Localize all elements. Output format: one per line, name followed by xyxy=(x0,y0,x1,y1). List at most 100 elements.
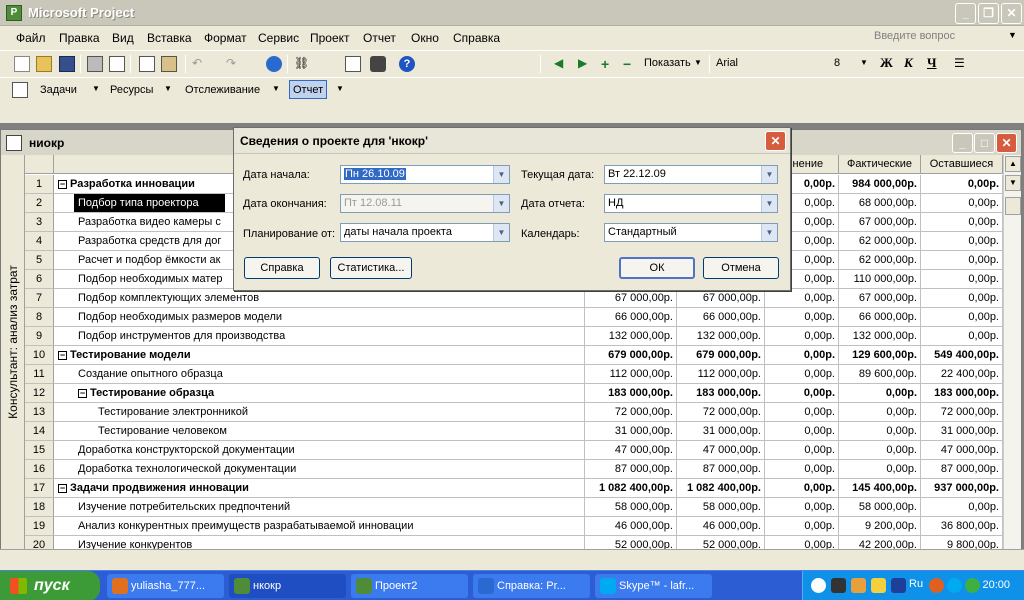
cost-cell[interactable]: 58 000,00р. xyxy=(677,498,765,517)
cost-cell[interactable]: 1 082 400,00р. xyxy=(585,479,677,498)
row-id[interactable]: 14 xyxy=(25,422,54,441)
open-icon[interactable] xyxy=(36,56,52,72)
cost-cell[interactable]: 72 000,00р. xyxy=(677,403,765,422)
link-tasks-icon[interactable]: ⛓ xyxy=(294,56,310,72)
task-name-cell[interactable]: Тестирование человеком xyxy=(54,422,585,441)
table-row[interactable]: 11 Создание опытного образца 112 000,00р. 1… xyxy=(25,365,1003,384)
current-date-field[interactable]: Вт 22.12.09 ▼ xyxy=(604,165,778,184)
cost-cell[interactable]: 145 400,00р. xyxy=(839,479,921,498)
cost-cell[interactable]: 66 000,00р. xyxy=(677,308,765,327)
tasks-guide-button[interactable]: Задачи xyxy=(40,84,77,96)
cost-cell[interactable]: 132 000,00р. xyxy=(839,327,921,346)
cost-cell[interactable]: 67 000,00р. xyxy=(839,213,921,232)
taskbar-button[interactable]: yuliasha_777... xyxy=(107,574,224,598)
task-name-cell[interactable]: Подбор комплектующих элементов xyxy=(54,289,585,308)
cost-cell[interactable]: 0,00р. xyxy=(921,308,1003,327)
menu-project[interactable]: Проект xyxy=(310,31,350,45)
cost-cell[interactable]: 0,00р. xyxy=(765,536,839,550)
cost-cell[interactable]: 67 000,00р. xyxy=(839,289,921,308)
italic-button[interactable]: К xyxy=(904,55,913,71)
undo-icon[interactable]: ↶ xyxy=(192,56,208,72)
cost-cell[interactable]: 129 600,00р. xyxy=(839,346,921,365)
cost-cell[interactable]: 87 000,00р. xyxy=(921,460,1003,479)
cost-cell[interactable]: 0,00р. xyxy=(839,422,921,441)
copy-icon[interactable] xyxy=(139,56,155,72)
start-date-field[interactable]: Пн 26.10.09 ▼ xyxy=(340,165,510,184)
task-name-cell[interactable]: Анализ конкурентных преимуществ разрабат… xyxy=(54,517,585,536)
cost-cell[interactable]: 62 000,00р. xyxy=(839,251,921,270)
cost-cell[interactable]: 0,00р. xyxy=(921,232,1003,251)
row-id[interactable]: 20 xyxy=(25,536,54,550)
cost-cell[interactable]: 110 000,00р. xyxy=(839,270,921,289)
font-name-select[interactable]: Arial xyxy=(716,57,738,69)
table-row[interactable]: 10− Тестирование модели 679 000,00р. 679 00… xyxy=(25,346,1003,365)
row-id[interactable]: 9 xyxy=(25,327,54,346)
cost-cell[interactable]: 0,00р. xyxy=(921,213,1003,232)
row-id[interactable]: 7 xyxy=(25,289,54,308)
cost-cell[interactable]: 0,00р. xyxy=(765,460,839,479)
taskbar-button[interactable]: Справка: Pr... xyxy=(473,574,590,598)
menu-insert[interactable]: Вставка xyxy=(147,31,192,45)
print-preview-icon[interactable] xyxy=(109,56,125,72)
cost-cell[interactable]: 0,00р. xyxy=(765,384,839,403)
help-button[interactable]: Справка xyxy=(244,257,320,279)
cost-cell[interactable]: 549 400,00р. xyxy=(921,346,1003,365)
task-name-cell[interactable]: Создание опытного образца xyxy=(54,365,585,384)
header-remaining[interactable]: Оставшиеся xyxy=(921,155,1003,174)
cost-cell[interactable]: 0,00р. xyxy=(765,365,839,384)
notes-icon[interactable] xyxy=(370,56,386,72)
cost-cell[interactable]: 112 000,00р. xyxy=(585,365,677,384)
cost-cell[interactable]: 937 000,00р. xyxy=(921,479,1003,498)
network-icon[interactable] xyxy=(831,578,846,593)
cost-cell[interactable]: 0,00р. xyxy=(921,327,1003,346)
cost-cell[interactable]: 0,00р. xyxy=(765,289,839,308)
wifi-icon[interactable] xyxy=(965,578,980,593)
chevron-down-icon[interactable]: ▼ xyxy=(164,84,172,93)
chevron-down-icon[interactable]: ▼ xyxy=(860,58,868,67)
cost-cell[interactable]: 112 000,00р. xyxy=(677,365,765,384)
cost-cell[interactable]: 0,00р. xyxy=(921,289,1003,308)
hide-subtasks-icon[interactable]: − xyxy=(623,56,639,72)
table-row[interactable]: 14 Тестирование человеком 31 000,00р. 31 00… xyxy=(25,422,1003,441)
cost-cell[interactable]: 31 000,00р. xyxy=(921,422,1003,441)
task-name-cell[interactable]: Тестирование электронникой xyxy=(54,403,585,422)
chevron-down-icon[interactable]: ▼ xyxy=(336,84,344,93)
cost-cell[interactable]: 0,00р. xyxy=(765,308,839,327)
tray-app-icon[interactable] xyxy=(929,578,944,593)
redo-icon[interactable]: ↷ xyxy=(226,56,242,72)
language-indicator[interactable]: Ru xyxy=(909,578,923,593)
task-name-cell[interactable]: Подбор инструментов для производства xyxy=(54,327,585,346)
table-row[interactable]: 20 Изучение конкурентов 52 000,00р. 52 000,… xyxy=(25,536,1003,550)
taskbar-button[interactable]: нкокр xyxy=(229,574,346,598)
resources-guide-button[interactable]: Ресурсы xyxy=(110,84,153,96)
menu-report[interactable]: Отчет xyxy=(363,31,396,45)
tray-app-icon[interactable] xyxy=(851,578,866,593)
help-search-input[interactable]: Введите вопрос xyxy=(874,30,955,42)
cost-cell[interactable]: 47 000,00р. xyxy=(677,441,765,460)
taskbar-button[interactable]: Проект2 xyxy=(351,574,468,598)
task-name-cell[interactable]: Доработка конструкторской документации xyxy=(54,441,585,460)
cost-cell[interactable]: 47 000,00р. xyxy=(921,441,1003,460)
save-icon[interactable] xyxy=(59,56,75,72)
cost-cell[interactable]: 0,00р. xyxy=(765,327,839,346)
row-id[interactable]: 10 xyxy=(25,346,54,365)
cost-cell[interactable]: 9 800,00р. xyxy=(921,536,1003,550)
cost-cell[interactable]: 62 000,00р. xyxy=(839,232,921,251)
status-date-field[interactable]: НД ▼ xyxy=(604,194,778,213)
task-name-cell[interactable]: Изучение конкурентов xyxy=(54,536,585,550)
menu-edit[interactable]: Правка xyxy=(59,31,100,45)
cost-cell[interactable]: 31 000,00р. xyxy=(677,422,765,441)
shield-icon[interactable] xyxy=(871,578,886,593)
row-id[interactable]: 3 xyxy=(25,213,54,232)
cost-cell[interactable]: 67 000,00р. xyxy=(677,289,765,308)
close-button[interactable]: ✕ xyxy=(1001,3,1022,24)
taskbar-button[interactable]: Skype™ - lafr... xyxy=(595,574,712,598)
row-id[interactable]: 16 xyxy=(25,460,54,479)
print-icon[interactable] xyxy=(87,56,103,72)
cost-cell[interactable]: 0,00р. xyxy=(839,384,921,403)
row-id[interactable]: 8 xyxy=(25,308,54,327)
table-row[interactable]: 13 Тестирование электронникой 72 000,00р. 7… xyxy=(25,403,1003,422)
cost-cell[interactable]: 0,00р. xyxy=(765,346,839,365)
menu-tools[interactable]: Сервис xyxy=(258,31,299,45)
tray-app-icon[interactable] xyxy=(891,578,906,593)
